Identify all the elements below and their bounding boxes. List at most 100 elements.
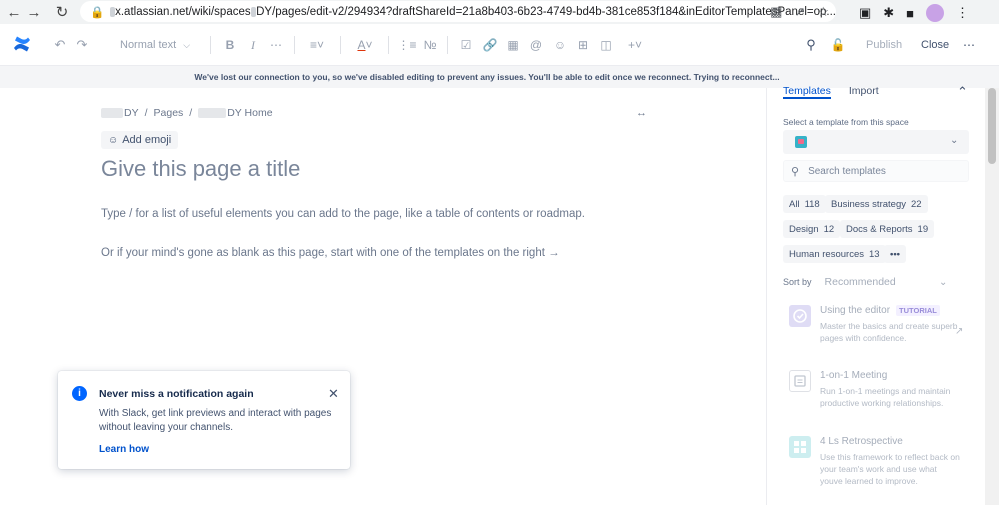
bold-icon[interactable]: B: [221, 33, 239, 57]
category-chip-docs-reports[interactable]: Docs & Reports 19: [840, 220, 935, 238]
template-title-row: Using the editor TUTORIAL: [820, 305, 940, 316]
numbered-list-icon[interactable]: №: [421, 33, 439, 57]
browser-toolbar: ← → ↻ 🔒 x.atlassian.net/wiki/spaces DY/p…: [0, 0, 999, 24]
template-title-row: 4 Ls Retrospective: [820, 436, 903, 447]
emoji-icon[interactable]: ☺: [551, 33, 569, 57]
insert-plus-icon[interactable]: +˅: [622, 33, 648, 57]
close-button[interactable]: Close: [921, 33, 949, 57]
toolbar-divider: [294, 36, 295, 54]
tab-templates[interactable]: Templates: [783, 85, 831, 99]
image-icon[interactable]: ▦: [504, 33, 522, 57]
link-icon[interactable]: 🔗: [481, 33, 499, 57]
template-icon: [789, 436, 811, 458]
bookmark-star-icon[interactable]: ☆: [817, 4, 829, 20]
template-card[interactable]: Using the editor TUTORIAL Master the bas…: [783, 305, 969, 355]
reload-icon[interactable]: ↻: [52, 2, 72, 22]
lock-icon: 🔒: [90, 6, 105, 19]
template-description: Run 1-on-1 meetings and maintain product…: [820, 386, 951, 408]
forward-arrow-icon[interactable]: →: [24, 2, 44, 22]
share-icon[interactable]: ↗: [794, 4, 805, 20]
template-icon: [789, 370, 811, 392]
undo-icon[interactable]: ↶: [52, 33, 68, 57]
address-bar[interactable]: 🔒 x.atlassian.net/wiki/spaces DY/pages/e…: [80, 1, 836, 22]
notification-body: With Slack, get link previews and intera…: [99, 408, 332, 433]
translate-icon[interactable]: ▩: [770, 4, 782, 20]
chevron-down-icon: ⌵: [183, 39, 191, 50]
breadcrumb-space[interactable]: DY: [124, 107, 139, 119]
lock-restrictions-icon[interactable]: 🔓: [829, 33, 847, 57]
template-icon: [789, 305, 811, 327]
external-link-icon[interactable]: ↗: [955, 326, 963, 337]
url-path: DY/pages/edit-v2/294934?draftShareId=21a…: [256, 5, 836, 18]
notification-title: Never miss a notification again: [99, 388, 254, 400]
text-color-icon[interactable]: A ˅: [352, 33, 378, 57]
breadcrumb-pages[interactable]: Pages: [154, 107, 184, 119]
alignment-icon[interactable]: ≡˅: [304, 33, 330, 57]
layouts-icon[interactable]: ◫: [597, 33, 615, 57]
toolbar-divider: [340, 36, 341, 54]
editor-hint-text: Type / for a list of useful elements you…: [101, 208, 585, 220]
banner-message: We've lost our connection to you, so we'…: [194, 72, 780, 82]
publish-button[interactable]: Publish: [866, 33, 902, 57]
category-chip-business-strategy[interactable]: Business strategy 22: [825, 195, 928, 213]
space-avatar-icon: [795, 136, 807, 148]
sidebar-icon[interactable]: ■: [906, 6, 914, 21]
confluence-logo-icon[interactable]: [13, 35, 31, 53]
redo-icon[interactable]: ↷: [74, 33, 90, 57]
sort-value: Recommended: [824, 276, 896, 288]
breadcrumb: DY / Pages / DY Home: [101, 107, 273, 119]
menu-dots-icon[interactable]: ⋮: [956, 5, 969, 21]
tutorial-badge: TUTORIAL: [896, 305, 940, 316]
more-categories-button[interactable]: •••: [884, 245, 906, 263]
tab-import[interactable]: Import: [849, 85, 879, 99]
puzzle-icon[interactable]: ✱: [883, 5, 894, 21]
category-chip-all[interactable]: All 118: [783, 195, 826, 213]
learn-how-link[interactable]: Learn how: [99, 444, 149, 455]
extensions-area: ▣ ✱ ■ ⋮: [859, 4, 969, 22]
table-icon[interactable]: ⊞: [574, 33, 592, 57]
redacted-text: [101, 108, 123, 118]
task-checkbox-icon[interactable]: ☑: [457, 33, 475, 57]
bullet-list-icon[interactable]: ⋮≡: [398, 33, 417, 57]
more-actions-icon[interactable]: ⋯: [960, 33, 978, 57]
page-title-input[interactable]: Give this page a title: [101, 156, 300, 182]
template-search-input[interactable]: ⚲ Search templates: [783, 160, 969, 182]
url-host: x.atlassian.net/wiki/spaces: [115, 5, 251, 18]
panel-tabs: Templates Import: [783, 85, 879, 99]
template-card[interactable]: 1-on-1 Meeting Run 1-on-1 meetings and m…: [783, 370, 969, 420]
extension-icon[interactable]: ▣: [859, 5, 871, 21]
redacted-text: [198, 108, 227, 118]
close-icon[interactable]: ✕: [328, 386, 339, 402]
category-chip-human-resources[interactable]: Human resources 13: [783, 245, 886, 263]
search-icon: ⚲: [791, 165, 800, 178]
template-description: Master the basics and create superb page…: [820, 321, 958, 343]
scrollbar-thumb[interactable]: [988, 88, 996, 164]
search-icon[interactable]: ⚲: [802, 33, 820, 57]
templates-panel: Templates Import ⌃ Select a template fro…: [766, 84, 984, 505]
space-select-label: Select a template from this space: [783, 117, 909, 127]
address-bar-actions: ▩ ↗ ☆: [770, 4, 829, 20]
back-arrow-icon[interactable]: ←: [4, 2, 24, 22]
sort-dropdown[interactable]: Sort by Recommended ⌄: [783, 276, 947, 288]
space-select[interactable]: ⌄: [783, 130, 969, 154]
full-width-toggle-icon[interactable]: ↔: [636, 107, 647, 119]
profile-avatar[interactable]: [926, 4, 944, 22]
toolbar-divider: [447, 36, 448, 54]
collapse-chevron-icon[interactable]: ⌃: [957, 84, 968, 100]
add-emoji-button[interactable]: ☺ Add emoji: [101, 131, 179, 149]
smiley-icon: ☺: [108, 134, 119, 146]
slack-notification-flag: i Never miss a notification again ✕ With…: [58, 371, 350, 469]
toolbar-divider: [210, 36, 211, 54]
chevron-down-icon: ⌄: [939, 277, 948, 288]
more-formatting-icon[interactable]: ⋯: [267, 33, 285, 57]
italic-icon[interactable]: I: [244, 33, 262, 57]
category-chip-design[interactable]: Design 12: [783, 220, 841, 238]
chevron-down-icon: ⌄: [950, 135, 959, 146]
text-style-dropdown[interactable]: Normal text ⌵: [120, 33, 190, 57]
mention-icon[interactable]: @: [527, 33, 545, 57]
toolbar-divider: [388, 36, 389, 54]
breadcrumb-home[interactable]: DY Home: [227, 107, 272, 119]
panel-scrollbar[interactable]: [985, 88, 999, 505]
template-card[interactable]: 4 Ls Retrospective Use this framework to…: [783, 436, 969, 496]
template-description: Use this framework to reflect back on yo…: [820, 452, 960, 486]
